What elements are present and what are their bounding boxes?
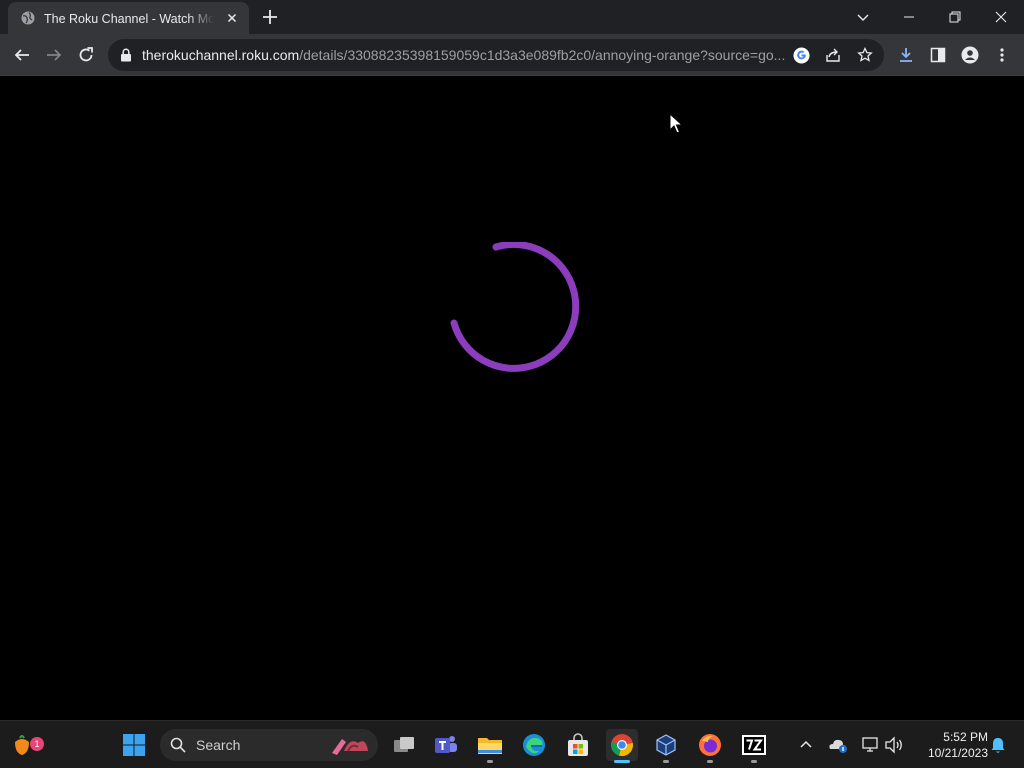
firefox-icon: [699, 734, 721, 756]
active-indicator: [614, 760, 630, 763]
screen: The Roku Channel - Watch Movies & TV Sho…: [0, 0, 1024, 768]
close-icon: [995, 11, 1007, 23]
side-panel-icon: [930, 47, 946, 63]
close-window-button[interactable]: [978, 0, 1024, 34]
chevron-up-icon: [800, 740, 812, 748]
menu-button[interactable]: [990, 43, 1014, 67]
widgets-button[interactable]: 1: [6, 729, 44, 761]
download-button[interactable]: [894, 43, 918, 67]
person-icon: [961, 46, 979, 64]
running-indicator: [663, 760, 669, 763]
loading-spinner: [450, 242, 580, 372]
share-icon[interactable]: [824, 46, 842, 64]
search-highlight-art-icon: [332, 739, 368, 755]
start-button[interactable]: [118, 729, 150, 761]
teams-app[interactable]: [430, 729, 462, 761]
globe-icon: [21, 11, 35, 25]
task-view-button[interactable]: [388, 729, 420, 761]
7zip-app[interactable]: [738, 729, 770, 763]
chrome-icon: [611, 734, 633, 757]
notifications-button[interactable]: [986, 733, 1010, 757]
virtualbox-icon: [656, 734, 676, 756]
browser-toolbar: therokuchannel.roku.com/details/33088235…: [0, 34, 1024, 76]
taskbar-search-box[interactable]: Search: [160, 729, 378, 761]
url-host: therokuchannel.roku.com: [142, 47, 300, 63]
task-view-icon: [394, 737, 414, 752]
7zip-icon: [742, 735, 766, 755]
clock-time: 5:52 PM: [943, 730, 988, 744]
edge-icon: [523, 734, 545, 756]
taskbar-clock[interactable]: 5:52 PM 10/21/2023: [912, 729, 988, 763]
arrow-right-icon: [47, 49, 62, 61]
virtualbox-app[interactable]: [650, 729, 682, 763]
forward-button[interactable]: [42, 43, 66, 67]
edge-app[interactable]: [518, 729, 550, 761]
new-tab-button[interactable]: [260, 7, 280, 27]
volume-icon: [885, 736, 902, 754]
file-explorer-app[interactable]: [474, 729, 506, 763]
lock-icon[interactable]: [120, 48, 132, 62]
profile-button[interactable]: [958, 43, 982, 67]
kebab-menu-icon: [1000, 48, 1004, 62]
address-bar[interactable]: therokuchannel.roku.com/details/33088235…: [108, 39, 884, 71]
page-content: [0, 77, 1024, 720]
search-icon: [170, 737, 186, 753]
volume-tray[interactable]: [882, 733, 906, 757]
download-icon: [900, 48, 912, 62]
show-hidden-icons-button[interactable]: [794, 733, 818, 757]
back-button[interactable]: [10, 43, 34, 67]
browser-tab-strip: The Roku Channel - Watch Movies & TV Sho…: [0, 0, 1024, 34]
onedrive-tray[interactable]: [826, 733, 850, 757]
teams-icon: [435, 736, 457, 753]
file-explorer-icon: [478, 738, 502, 754]
network-tray[interactable]: [858, 733, 882, 757]
tab-close-icon[interactable]: [224, 10, 240, 26]
reload-button[interactable]: [74, 43, 98, 67]
bookmark-star-icon[interactable]: [856, 46, 874, 64]
reload-icon: [79, 47, 93, 62]
restore-icon: [949, 11, 961, 23]
network-icon: [862, 737, 878, 752]
google-icon[interactable]: [792, 46, 810, 64]
taskbar: 1 Search 5:52 PM 10/21/2023: [0, 720, 1024, 768]
microsoft-store-icon: [568, 733, 588, 756]
browser-tab-active[interactable]: The Roku Channel - Watch Movies & TV Sho…: [8, 2, 249, 34]
onedrive-icon: [829, 739, 847, 753]
chrome-app[interactable]: [606, 729, 638, 763]
bell-icon: [991, 738, 1005, 753]
arrow-left-icon: [14, 49, 29, 61]
url-text[interactable]: therokuchannel.roku.com/details/33088235…: [142, 47, 792, 63]
notification-badge: 1: [30, 737, 44, 751]
minimize-icon: [904, 16, 914, 18]
clock-date: 10/21/2023: [927, 746, 988, 760]
search-label: Search: [196, 737, 241, 753]
restore-button[interactable]: [932, 0, 978, 34]
tab-title: The Roku Channel - Watch Movies & TV Sho…: [44, 12, 214, 26]
microsoft-store-app[interactable]: [562, 729, 594, 761]
side-panel-button[interactable]: [926, 43, 950, 67]
chevron-down-icon: [857, 14, 869, 21]
tab-search-button[interactable]: [840, 0, 886, 34]
windows-start-icon: [123, 734, 145, 756]
url-path: /details/33088235398159059c1d3a3e089fb2c…: [299, 47, 786, 63]
mouse-cursor-icon: [669, 113, 683, 134]
running-indicator: [751, 760, 757, 763]
running-indicator: [487, 760, 493, 763]
minimize-button[interactable]: [886, 0, 932, 34]
running-indicator: [707, 760, 713, 763]
firefox-app[interactable]: [694, 729, 726, 763]
